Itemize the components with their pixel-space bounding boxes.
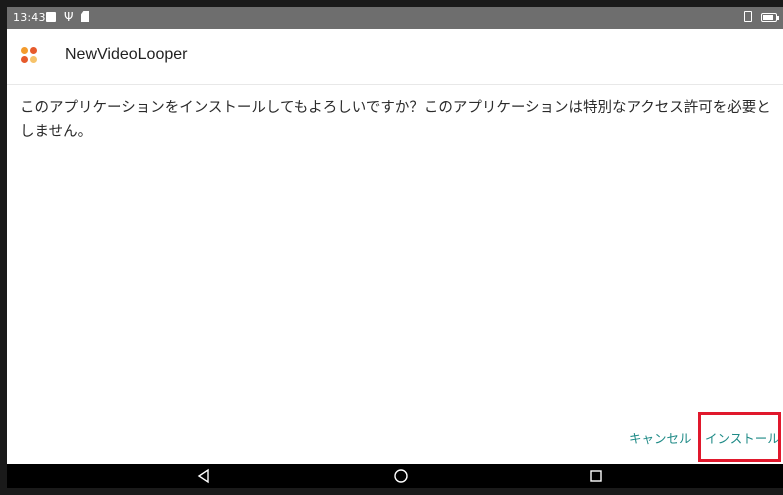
screen: 13:43 Ψ NewVideoLooper このアプリケーションをインストール…	[7, 7, 783, 488]
sim-icon	[744, 11, 752, 22]
battery-icon	[761, 13, 779, 22]
cancel-button[interactable]: キャンセル	[629, 428, 692, 447]
sd-card-icon	[81, 11, 89, 22]
status-time: 13:43	[13, 11, 46, 24]
usb-icon: Ψ	[64, 10, 74, 24]
back-icon[interactable]	[195, 467, 213, 485]
app-header: NewVideoLooper	[7, 29, 783, 85]
install-message: このアプリケーションをインストールしてもよろしいですか？このアプリケーションは特…	[20, 100, 771, 140]
home-icon[interactable]	[392, 467, 410, 485]
app-icon	[21, 47, 37, 63]
install-button[interactable]: インストール	[705, 428, 780, 447]
recent-apps-icon[interactable]	[587, 467, 605, 485]
gallery-icon	[46, 12, 56, 22]
status-bar: 13:43 Ψ	[7, 7, 783, 29]
navigation-bar	[7, 464, 783, 488]
battery-level	[763, 15, 774, 20]
app-title: NewVideoLooper	[65, 46, 188, 63]
